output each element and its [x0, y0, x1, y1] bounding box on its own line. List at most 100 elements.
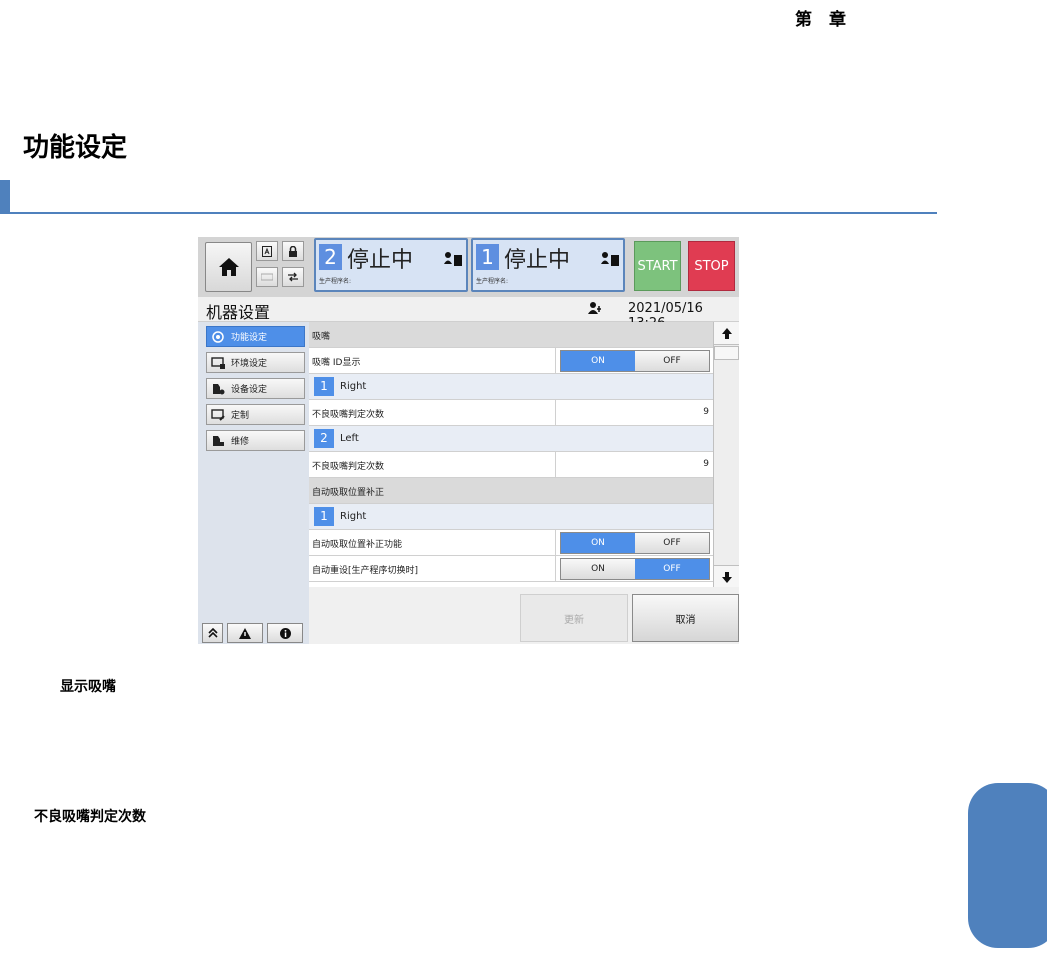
operator-note-icon [601, 252, 619, 266]
cancel-button[interactable]: 取消 [632, 594, 739, 642]
program-name-label: 生产程序名: [319, 278, 352, 285]
settings-icon [212, 330, 224, 343]
section-header-label: 吸嘴 [312, 332, 331, 342]
sidebar-item-label: 环境设定 [231, 359, 268, 369]
network-button[interactable] [282, 267, 304, 287]
lane-2-status[interactable]: 2 停止中 生产程序名: [314, 238, 468, 292]
setting-label: 吸嘴 ID显示 [312, 358, 361, 368]
scroll-up-button[interactable] [714, 322, 739, 345]
sidebar-item-device-settings[interactable]: 设备设定 [206, 378, 305, 399]
bad-nozzle-count-input[interactable]: 9 [555, 452, 713, 477]
start-button[interactable]: START [634, 241, 681, 291]
auto-reset-toggle: ON OFF [560, 558, 710, 580]
monitor-icon [211, 356, 225, 369]
settings-list: 吸嘴 吸嘴 ID显示 ON OFF 1 Right 不良吸嘴判定次数 9 2 L… [309, 322, 713, 587]
home-button[interactable] [205, 242, 252, 292]
setting-label: 不良吸嘴判定次数 [312, 410, 385, 420]
lane-1-status[interactable]: 1 停止中 生产程序名: [471, 238, 625, 292]
setting-label: 自动重设[生产程序切换时] [312, 566, 419, 576]
warning-button[interactable] [227, 623, 263, 643]
machine-settings-screen: 2 停止中 生产程序名: 1 停止中 生产程序名: START STOP 机器设… [198, 237, 739, 644]
setting-value-cell: ON OFF [555, 556, 713, 581]
sidebar-item-label: 定制 [231, 411, 250, 421]
scroll-thumb[interactable] [714, 346, 739, 360]
section-header-label: 自动吸取位置补正 [312, 488, 385, 498]
setting-row-auto-pick-function: 自动吸取位置补正功能 ON OFF [309, 530, 713, 556]
action-bar: 更新 取消 [309, 587, 739, 644]
lane-status-text: 停止中 [504, 248, 571, 273]
operator-note-icon [444, 252, 462, 266]
scroll-down-button[interactable] [714, 565, 739, 588]
section-title: 功能设定 [23, 133, 128, 163]
section-accent-bar [0, 180, 10, 214]
arrow-down-icon [721, 571, 732, 583]
toggle-on-button[interactable]: ON [561, 351, 635, 371]
nozzle-id-display-toggle: ON OFF [560, 350, 710, 372]
device-icon [213, 383, 225, 394]
lane-label: Right [340, 381, 367, 392]
user-icon [588, 302, 601, 314]
language-button[interactable] [256, 241, 278, 261]
operator-button[interactable] [256, 267, 278, 287]
sidebar-item-maintenance[interactable]: 维修 [206, 430, 305, 451]
maintenance-icon [213, 435, 224, 446]
setting-row-auto-reset: 自动重设[生产程序切换时] ON OFF [309, 556, 713, 582]
toggle-on-button[interactable]: ON [561, 559, 635, 579]
vertical-scrollbar[interactable] [713, 322, 739, 588]
home-icon [218, 258, 239, 276]
toggle-on-button[interactable]: ON [561, 533, 635, 553]
stop-button[interactable]: STOP [688, 241, 735, 291]
lane-label: Left [340, 433, 359, 444]
lane-number: 2 [319, 244, 342, 270]
setting-value-cell: ON OFF [555, 530, 713, 555]
monitor-edit-icon [211, 408, 225, 421]
chapter-label: 第 章 [795, 10, 846, 30]
lane-badge: 1 [314, 507, 334, 526]
lane-status-text: 停止中 [347, 248, 414, 273]
heading-bad-nozzle-count: 不良吸嘴判定次数 [34, 809, 146, 825]
bad-nozzle-count-input[interactable]: 9 [555, 400, 713, 425]
toggle-off-button[interactable]: OFF [635, 559, 709, 579]
sidebar-item-function-settings[interactable]: 功能设定 [206, 326, 305, 347]
lane-badge: 2 [314, 429, 334, 448]
sidebar-item-customize[interactable]: 定制 [206, 404, 305, 425]
sidebar-item-label: 功能设定 [231, 333, 268, 343]
lane-label: Right [340, 511, 367, 522]
setting-value: 9 [703, 459, 709, 469]
program-name-label: 生产程序名: [476, 278, 509, 285]
setting-row-bad-nozzle-count-1[interactable]: 不良吸嘴判定次数 9 [309, 400, 713, 426]
collapse-button[interactable] [202, 623, 223, 643]
toggle-off-button[interactable]: OFF [635, 533, 709, 553]
setting-row-bad-nozzle-count-2[interactable]: 不良吸嘴判定次数 9 [309, 452, 713, 478]
top-bar: 2 停止中 生产程序名: 1 停止中 生产程序名: START STOP [198, 237, 739, 297]
lock-button[interactable] [282, 241, 304, 261]
setting-label: 自动吸取位置补正功能 [312, 540, 403, 550]
lock-icon [289, 245, 297, 257]
sidebar-item-environment-settings[interactable]: 环境设定 [206, 352, 305, 373]
double-chevron-up-icon [207, 628, 218, 638]
setting-value: 9 [703, 407, 709, 417]
update-button[interactable]: 更新 [520, 594, 628, 642]
lane-number: 1 [476, 244, 499, 270]
title-bar: 机器设置 2021/05/16 13:26 [198, 297, 739, 331]
section-header-nozzle: 吸嘴 [309, 322, 713, 348]
network-icon [288, 272, 298, 282]
heading-show-nozzle: 显示吸嘴 [60, 679, 116, 695]
setting-label: 不良吸嘴判定次数 [312, 462, 385, 472]
chapter-side-tab [968, 783, 1047, 948]
lane-badge: 1 [314, 377, 334, 396]
sidebar: 功能设定 环境设定 设备设定 定制 维修 [198, 322, 309, 644]
operator-icon [261, 273, 273, 281]
info-button[interactable] [267, 623, 303, 643]
section-header-auto-pick-correction: 自动吸取位置补正 [309, 478, 713, 504]
lane-row-1-right-b: 1 Right [309, 504, 713, 530]
section-divider [10, 212, 937, 214]
setting-value-cell: ON OFF [555, 348, 713, 373]
language-icon [262, 245, 272, 257]
toggle-off-button[interactable]: OFF [635, 351, 709, 371]
auto-pick-function-toggle: ON OFF [560, 532, 710, 554]
info-icon [279, 627, 291, 639]
warning-icon [239, 627, 251, 639]
setting-row-nozzle-id-display: 吸嘴 ID显示 ON OFF [309, 348, 713, 374]
lane-row-2-left: 2 Left [309, 426, 713, 452]
